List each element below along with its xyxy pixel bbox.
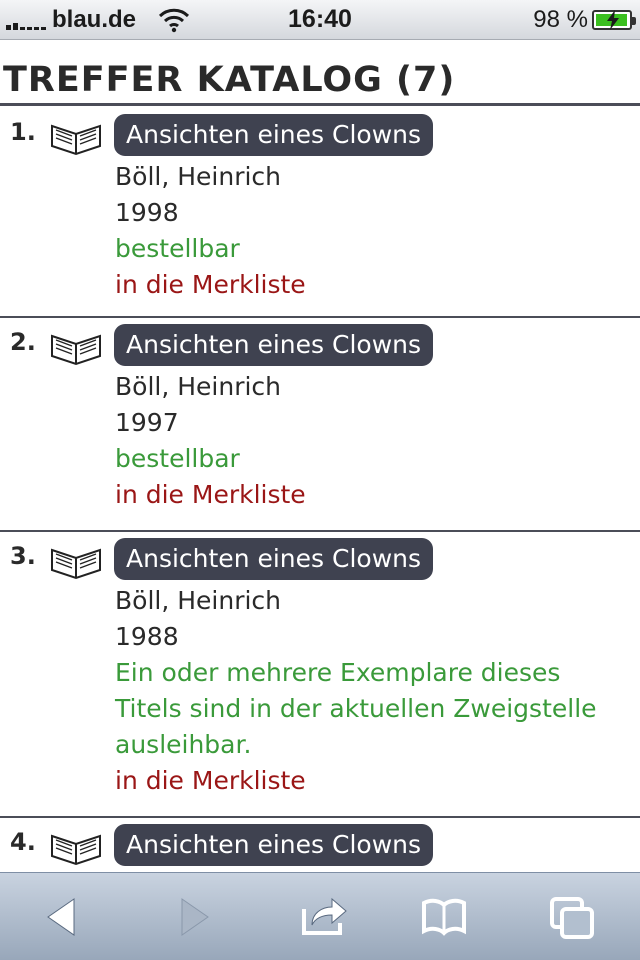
result-number: 2. <box>10 328 36 356</box>
add-to-watchlist-link[interactable]: in die Merkliste <box>115 763 630 799</box>
tabs-icon[interactable] <box>548 893 596 941</box>
result-item: 1. Ansichten eines Clowns Böll, Heinrich… <box>0 108 640 318</box>
year: 1998 <box>115 198 179 227</box>
availability-status: bestellbar <box>115 444 240 473</box>
book-icon <box>51 334 101 366</box>
book-icon <box>51 124 101 156</box>
add-to-watchlist-link[interactable]: in die Merkliste <box>115 477 630 513</box>
browser-toolbar <box>0 872 640 960</box>
year: 1997 <box>115 408 179 437</box>
result-item: 2. Ansichten eines Clowns Böll, Heinrich… <box>0 318 640 532</box>
result-number: 4. <box>10 828 36 856</box>
bookmarks-icon[interactable] <box>420 893 468 941</box>
title-button[interactable]: Ansichten eines Clowns <box>114 538 434 580</box>
title-button[interactable]: Ansichten eines Clowns <box>114 824 434 866</box>
battery-percentage: 98 % <box>533 6 588 33</box>
page-title: TREFFER KATALOG (7) <box>3 60 456 100</box>
back-icon[interactable] <box>40 893 88 941</box>
page-header: TREFFER KATALOG (7) <box>0 58 640 106</box>
title-button[interactable]: Ansichten eines Clowns <box>114 114 434 156</box>
forward-icon[interactable] <box>168 893 216 941</box>
result-number: 1. <box>10 118 36 146</box>
availability-status: bestellbar <box>115 234 240 263</box>
result-item: 3. Ansichten eines Clowns Böll, Heinrich… <box>0 532 640 818</box>
results-list: 1. Ansichten eines Clowns Böll, Heinrich… <box>0 108 640 888</box>
availability-status-line-1: Ein oder mehrere Exemplare dieses <box>115 658 561 687</box>
charging-bolt-icon <box>607 10 619 30</box>
battery-icon <box>592 10 636 30</box>
availability-status-line-3: ausleihbar. <box>115 730 252 759</box>
year: 1988 <box>115 622 179 651</box>
book-icon <box>51 834 101 866</box>
availability-status-line-2: Titels sind in der aktuellen Zweigstelle <box>115 694 597 723</box>
status-bar: blau.de 16:40 98 % <box>0 0 640 40</box>
book-icon <box>51 548 101 580</box>
share-icon[interactable] <box>300 893 348 941</box>
title-button[interactable]: Ansichten eines Clowns <box>114 324 434 366</box>
author: Böll, Heinrich <box>115 162 282 191</box>
author: Böll, Heinrich <box>115 586 282 615</box>
add-to-watchlist-link[interactable]: in die Merkliste <box>115 267 630 303</box>
result-number: 3. <box>10 542 36 570</box>
author: Böll, Heinrich <box>115 372 282 401</box>
